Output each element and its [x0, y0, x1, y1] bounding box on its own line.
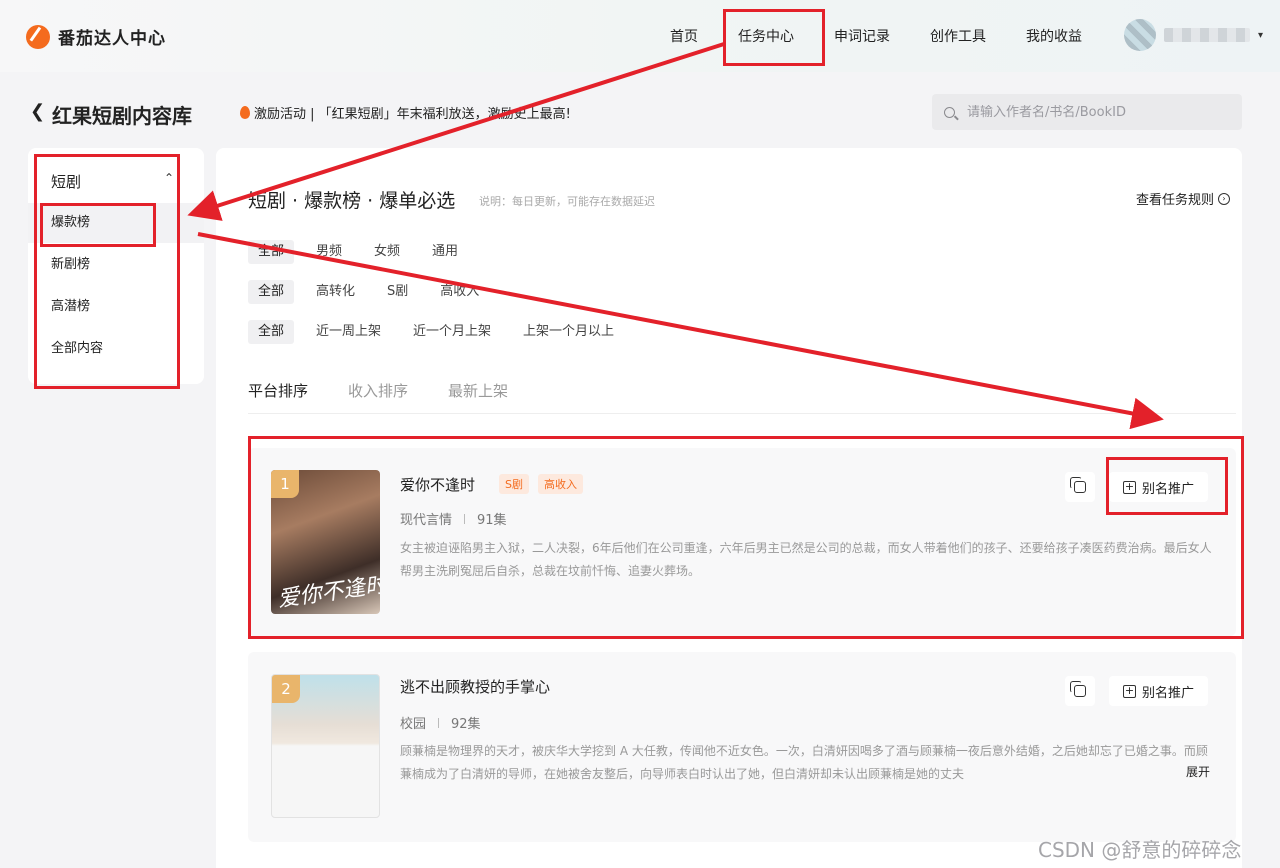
copy-icon [1070, 477, 1086, 493]
rank-badge: 2 [272, 675, 300, 703]
drama-card[interactable]: 1 爱你不逢时 爱你不逢时 S剧 高收入 现代言情 91集 女主被迫诬陷男主入狱… [248, 448, 1236, 636]
nav-home[interactable]: 首页 [670, 26, 698, 46]
nav-task-center[interactable]: 任务中心 [738, 26, 794, 46]
filter-time: 全部 近一周上架 近一个月上架 上架一个月以上 [248, 320, 636, 344]
main-nav: 首页 任务中心 申词记录 创作工具 我的收益 [0, 26, 1280, 46]
sidebar-item-hot[interactable]: 爆款榜 [28, 203, 204, 243]
tag-high-income: 高收入 [538, 474, 583, 494]
plus-box-icon: + [1123, 683, 1136, 698]
copy-button[interactable] [1065, 676, 1095, 706]
tab-income-sort[interactable]: 收入排序 [348, 380, 408, 401]
username-blurred [1164, 28, 1250, 42]
drama-cover[interactable]: 2 [271, 674, 380, 818]
copy-button[interactable] [1065, 472, 1095, 502]
chevron-up-icon[interactable]: ⌃ [164, 171, 174, 185]
filter-chip[interactable]: 通用 [422, 240, 468, 264]
plus-box-icon: + [1123, 479, 1136, 494]
drama-description: 女主被迫诬陷男主入狱，二人决裂，6年后他们在公司重逢，六年后男主已然是公司的总裁… [400, 541, 1212, 578]
filter-chip[interactable]: 全部 [248, 240, 295, 264]
drama-meta: 校园 92集 [400, 713, 481, 732]
search-box[interactable] [932, 94, 1242, 130]
meta-separator [438, 717, 440, 728]
nav-apply-records[interactable]: 申词记录 [834, 26, 890, 46]
sidebar-group-shortdrama[interactable]: 短剧 [51, 171, 81, 192]
filter-chip[interactable]: 近一周上架 [306, 320, 391, 344]
filter-gender: 全部 男频 女频 通用 [248, 240, 480, 264]
page-title: 红果短剧内容库 [52, 104, 192, 128]
filter-chip[interactable]: 男频 [306, 240, 352, 264]
drama-episodes: 91集 [477, 513, 507, 528]
cover-title-art: 爱你不逢时 [276, 572, 380, 613]
filter-chip[interactable]: 上架一个月以上 [513, 320, 624, 344]
nav-my-earnings[interactable]: 我的收益 [1026, 26, 1082, 46]
task-rules-link[interactable]: 查看任务规则 › [1136, 189, 1231, 208]
drama-episodes: 92集 [451, 717, 481, 732]
promo-banner[interactable]: 激励活动 | 「红果短剧」年末福利放送，激励史上最高! [240, 103, 571, 122]
filter-chip[interactable]: S剧 [377, 280, 418, 304]
drama-title[interactable]: 逃不出顾教授的手掌心 [400, 676, 550, 697]
drama-title[interactable]: 爱你不逢时 [400, 474, 475, 495]
top-header: 番茄达人中心 首页 任务中心 申词记录 创作工具 我的收益 ▾ [0, 0, 1280, 72]
promo-text: 激励活动 | 「红果短剧」年末福利放送，激励史上最高! [254, 107, 571, 122]
filter-type: 全部 高转化 S剧 高收入 [248, 280, 501, 304]
filter-chip[interactable]: 女频 [364, 240, 410, 264]
user-menu[interactable]: ▾ [1124, 19, 1263, 51]
back-arrow-icon[interactable]: ❮ [30, 101, 45, 122]
filter-chip[interactable]: 高收入 [430, 280, 489, 304]
content-panel: 短剧 · 爆款榜 · 爆单必选 说明：每日更新，可能存在数据延迟 查看任务规则 … [216, 148, 1242, 868]
sort-tabs: 平台排序 收入排序 最新上架 [248, 380, 508, 401]
sidebar: 短剧 ⌃ 爆款榜 新剧榜 高潜榜 全部内容 [28, 148, 204, 384]
task-rules-label: 查看任务规则 [1136, 193, 1215, 208]
watermark: CSDN @舒意的碎碎念 [1038, 838, 1242, 862]
drama-genre: 校园 [400, 717, 427, 732]
fire-icon [240, 106, 250, 119]
alias-promote-button[interactable]: + 别名推广 [1109, 676, 1209, 706]
tab-latest[interactable]: 最新上架 [448, 380, 508, 401]
arrow-circle-icon: › [1218, 192, 1231, 205]
meta-separator [464, 513, 466, 524]
sidebar-item-new[interactable]: 新剧榜 [28, 245, 204, 285]
drama-meta: 现代言情 91集 [400, 509, 507, 528]
section-note: 说明：每日更新，可能存在数据延迟 [479, 195, 655, 208]
alias-promote-button[interactable]: + 别名推广 [1109, 472, 1209, 502]
alias-promote-label: 别名推广 [1142, 685, 1195, 701]
filter-chip[interactable]: 高转化 [306, 280, 365, 304]
search-input[interactable] [967, 104, 1217, 120]
drama-cover[interactable]: 1 爱你不逢时 [271, 470, 380, 614]
nav-creation-tools[interactable]: 创作工具 [930, 26, 986, 46]
drama-card[interactable]: 2 逃不出顾教授的手掌心 校园 92集 顾蒹楠是物理界的天才，被庆华大学挖到 A… [248, 652, 1236, 842]
rank-badge: 1 [271, 470, 299, 498]
section-title: 短剧 · 爆款榜 · 爆单必选 [248, 190, 456, 212]
expand-link[interactable]: 展开 [1180, 763, 1211, 780]
filter-chip[interactable]: 全部 [248, 320, 295, 344]
avatar [1124, 19, 1156, 51]
copy-icon [1070, 681, 1086, 697]
sidebar-item-potential[interactable]: 高潜榜 [28, 287, 204, 327]
tag-s: S剧 [499, 474, 529, 494]
filter-chip[interactable]: 近一个月上架 [403, 320, 501, 344]
drama-genre: 现代言情 [400, 513, 453, 528]
alias-promote-label: 别名推广 [1142, 481, 1195, 497]
drama-description: 顾蒹楠是物理界的天才，被庆华大学挖到 A 大任教，传闻他不近女色。一次，白清妍因… [400, 744, 1208, 781]
sidebar-item-all[interactable]: 全部内容 [28, 329, 204, 369]
filter-chip[interactable]: 全部 [248, 280, 295, 304]
search-icon [944, 106, 955, 118]
tab-platform-sort[interactable]: 平台排序 [248, 380, 308, 401]
caret-down-icon: ▾ [1258, 29, 1264, 41]
divider [248, 413, 1236, 414]
